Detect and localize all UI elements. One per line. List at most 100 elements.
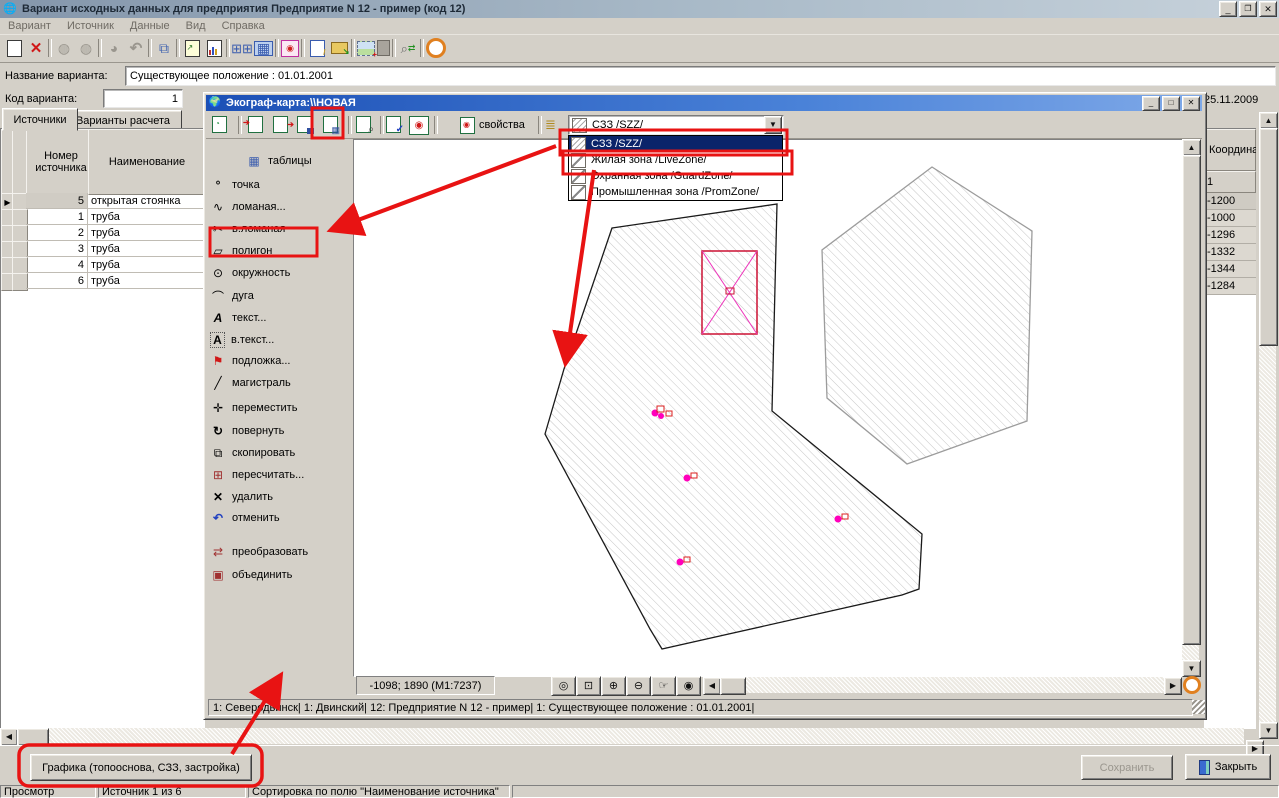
tool-undo[interactable]: ↶ отменить xyxy=(210,508,348,528)
map-check-button[interactable]: ✓ xyxy=(386,116,401,133)
exit-door-icon[interactable] xyxy=(377,40,390,56)
variant-name-input[interactable]: Существующее положение : 01.01.2001 xyxy=(125,66,1276,86)
building-rect[interactable] xyxy=(702,251,757,334)
tool-transform[interactable]: ⇄ преобразовать xyxy=(210,542,348,562)
tool-recalculate[interactable]: ⊞ пересчитать... xyxy=(210,465,348,485)
help-ring-icon[interactable] xyxy=(426,38,446,58)
map-title-bar[interactable]: 🌍 Экограф-карта:\\НОВАЯ _ □ ✕ xyxy=(206,95,1202,111)
tool-polyline[interactable]: ∿ ломаная... xyxy=(210,197,348,217)
map-import-button[interactable]: ➔ xyxy=(248,116,263,133)
tool-arc[interactable]: ⌒ дуга xyxy=(210,286,348,306)
map-hscrollbar[interactable]: ◀ ▶ xyxy=(703,677,1181,693)
zoom-page-button[interactable]: ◎ xyxy=(551,676,576,696)
map-properties-button[interactable]: ◉ свойства xyxy=(456,115,529,135)
menu-data[interactable]: Данные xyxy=(122,19,178,33)
restore-button[interactable]: ❐ xyxy=(1239,1,1257,17)
minimize-button[interactable]: _ xyxy=(1219,1,1237,17)
tool-merge[interactable]: ▣ объединить xyxy=(210,565,348,585)
zoom-select-button[interactable]: ◉ xyxy=(676,676,701,696)
table-calc-icon[interactable]: ▦ xyxy=(254,41,273,56)
menu-variant[interactable]: Вариант xyxy=(0,19,59,33)
zoom-in-button[interactable]: ⊕ xyxy=(601,676,626,696)
map-close-button[interactable]: ✕ xyxy=(1182,96,1200,111)
save-button[interactable]: Сохранить xyxy=(1081,755,1173,780)
map-restore-button[interactable]: □ xyxy=(1162,96,1180,111)
new-button[interactable] xyxy=(4,40,24,57)
map-vscrollbar[interactable]: ▲ ▼ xyxy=(1182,139,1199,675)
table-row[interactable]: 3 труба xyxy=(1,241,204,257)
close-button[interactable]: ✕ xyxy=(1259,1,1277,17)
record-next-icon[interactable]: ◍ xyxy=(76,41,96,55)
tool-move[interactable]: ✛ переместить xyxy=(210,398,348,418)
map-scroll-right[interactable]: ▶ xyxy=(1164,677,1182,695)
zoom-rect-button[interactable]: ⊡ xyxy=(576,676,601,696)
tool-rotate[interactable]: ↻ повернуть xyxy=(210,421,348,441)
map-resize-grip[interactable] xyxy=(1192,700,1205,714)
layer-option-livezone[interactable]: Жилая зона /LiveZone/ xyxy=(569,152,782,168)
map-scroll-up[interactable]: ▲ xyxy=(1182,139,1201,156)
layer-option-szz[interactable]: СЗЗ /SZZ/ xyxy=(569,136,782,152)
menu-source[interactable]: Источник xyxy=(59,19,122,33)
variant-code-input[interactable]: 1 xyxy=(103,89,183,108)
table-row[interactable]: 2 труба xyxy=(1,225,204,241)
combo-dropdown-button[interactable]: ▼ xyxy=(764,116,782,134)
open-folder-icon[interactable]: ↘ xyxy=(329,42,349,54)
tool-copy[interactable]: ⧉ скопировать xyxy=(210,443,348,463)
tool-highway[interactable]: ╱ магистраль xyxy=(210,373,348,393)
edit-doc-icon[interactable]: / xyxy=(307,40,327,57)
map-hscroll-thumb[interactable] xyxy=(720,677,746,695)
tool-edit-polyline[interactable]: ✂ в.ломаная xyxy=(210,219,348,239)
tool-text[interactable]: A текст... xyxy=(210,308,348,328)
table-row[interactable]: 4 труба xyxy=(1,257,204,273)
second-zone-polygon[interactable] xyxy=(822,167,1032,464)
map-save-button[interactable] xyxy=(297,116,312,133)
map-frame-icon[interactable]: ◉ xyxy=(281,40,299,57)
layer-option-guardzone[interactable]: Охранная зона /GuardZone/ xyxy=(569,168,782,184)
zoom-out-button[interactable]: ⊖ xyxy=(626,676,651,696)
refresh-icon[interactable]: ◕ xyxy=(104,41,124,55)
map-target-button[interactable]: ◉ xyxy=(409,116,429,135)
map-vscroll-thumb[interactable] xyxy=(1182,155,1201,645)
tool-edit-text[interactable]: A в.текст... xyxy=(210,330,348,350)
map-help-ring-button[interactable] xyxy=(1183,676,1201,694)
layers-icon[interactable]: ≣ xyxy=(545,118,556,131)
add-picture-icon[interactable]: + xyxy=(357,41,375,56)
main-vscrollbar[interactable]: ▲ ▼ xyxy=(1259,112,1276,738)
map-new-button[interactable]: ◔ xyxy=(212,116,227,133)
pan-hand-button[interactable]: ☞ xyxy=(651,676,676,696)
tool-underlay[interactable]: ⚑ подложка... xyxy=(210,351,348,371)
table-row[interactable]: 6 труба xyxy=(1,273,204,289)
chart-line-icon[interactable]: ↗ xyxy=(182,40,202,57)
tool-circle[interactable]: ⊙ окружность xyxy=(210,263,348,283)
map-scroll-left[interactable]: ◀ xyxy=(703,677,721,695)
menu-help[interactable]: Справка xyxy=(214,19,273,33)
graphics-button[interactable]: Графика (топооснова, СЗЗ, застройка) xyxy=(30,754,252,781)
table-row[interactable]: 1 труба xyxy=(1,209,204,225)
hscroll-thumb[interactable] xyxy=(17,728,49,746)
menu-view[interactable]: Вид xyxy=(178,19,214,33)
scroll-up-button[interactable]: ▲ xyxy=(1259,112,1278,129)
copy-icon[interactable]: ⧉ xyxy=(154,41,174,55)
map-export-button[interactable]: ➔ xyxy=(273,116,288,133)
zoom-search-icon[interactable]: ⌕⇄ xyxy=(398,42,418,55)
scroll-thumb[interactable] xyxy=(1259,128,1278,346)
col-header-name[interactable]: Наименование xyxy=(88,129,205,195)
map-minimize-button[interactable]: _ xyxy=(1142,96,1160,111)
grid-icon[interactable]: ⊞⊞ xyxy=(232,42,252,55)
scroll-down-button[interactable]: ▼ xyxy=(1259,722,1278,739)
tool-delete[interactable]: ✕ удалить xyxy=(210,487,348,507)
chart-bar-icon[interactable] xyxy=(204,40,224,57)
map-to-table-button[interactable]: ▦ xyxy=(323,116,338,133)
table-row[interactable]: ▶ 5 открытая стоянка xyxy=(1,193,204,209)
col-header-number[interactable]: Номер источника xyxy=(26,129,96,195)
layer-combobox[interactable]: СЗЗ /SZZ/ ▼ xyxy=(568,115,784,135)
close-window-button[interactable]: Закрыть xyxy=(1185,754,1271,780)
main-hscrollbar[interactable]: ◀ xyxy=(0,728,1244,744)
scroll-left-button[interactable]: ◀ xyxy=(0,728,18,746)
map-canvas[interactable] xyxy=(353,139,1184,677)
record-first-icon[interactable]: ◍ xyxy=(54,41,74,55)
tool-point[interactable]: ° точка xyxy=(210,175,348,195)
map-preview-button[interactable]: ⌕ xyxy=(356,116,371,133)
tool-polygon[interactable]: ▱ полигон xyxy=(210,241,348,261)
layer-option-promzone[interactable]: Промышленная зона /PromZone/ xyxy=(569,184,782,200)
